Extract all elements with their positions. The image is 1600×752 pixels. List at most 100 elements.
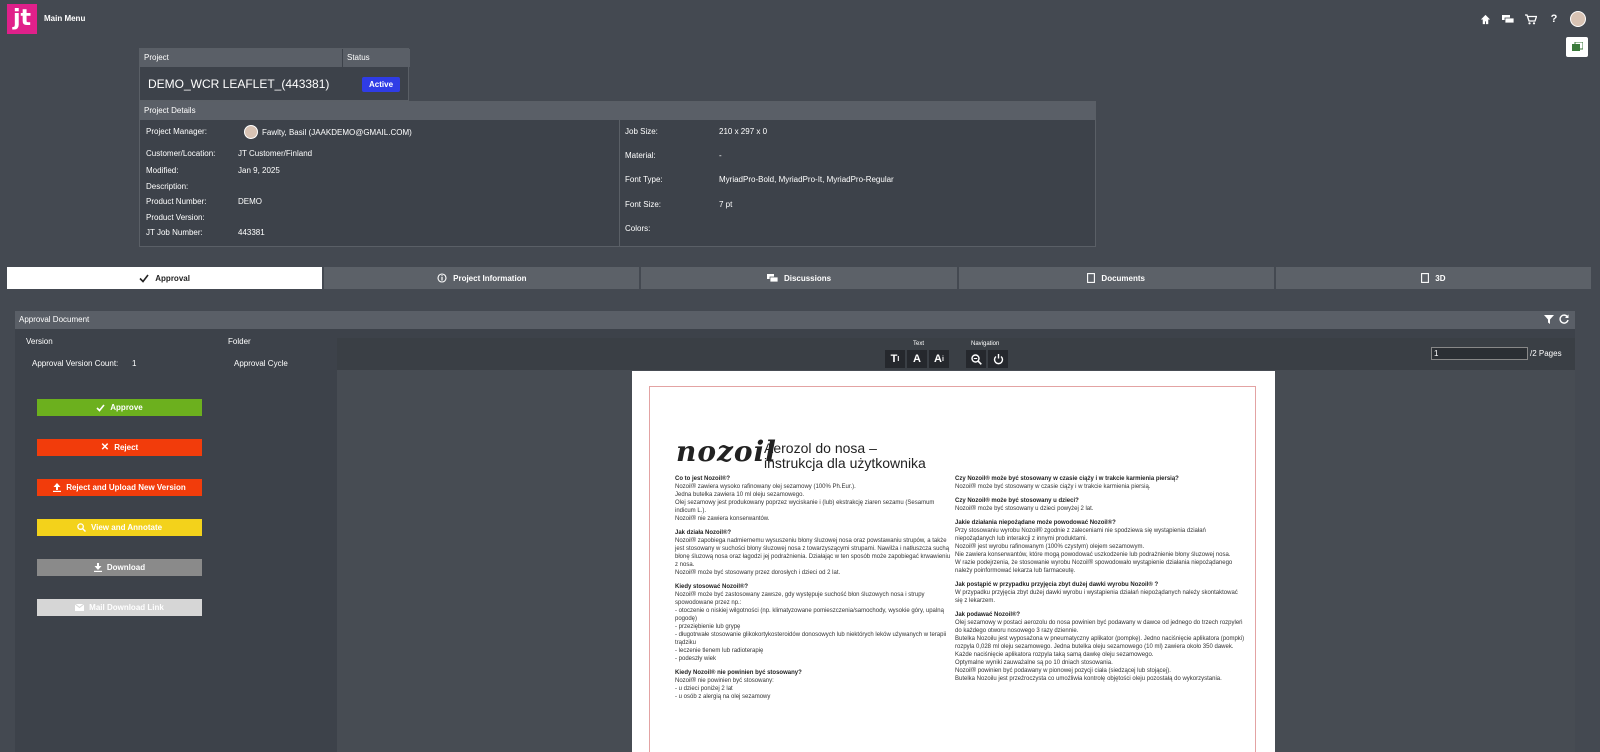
- mail-download-link-button[interactable]: Mail Download Link: [37, 599, 202, 616]
- help-icon[interactable]: ?: [1547, 12, 1561, 26]
- document-left-column: Co to jest Nozoil®? Nozoil® zawiera wysok…: [675, 475, 951, 701]
- tab-label: Project Information: [453, 273, 527, 283]
- search-icon: [77, 523, 86, 532]
- detail-label: Description:: [146, 182, 189, 191]
- doc-paragraph: Nie zawiera konserwantów, które mogą pow…: [955, 552, 1231, 558]
- cart-icon[interactable]: [1524, 12, 1538, 26]
- doc-paragraph: W razie podejrzenia, że stosowanie wyrob…: [955, 560, 1233, 574]
- version-count-value: 1: [132, 359, 137, 368]
- font-size-icon[interactable]: A: [907, 350, 927, 368]
- user-avatar[interactable]: [1570, 11, 1586, 27]
- details-divider: [619, 120, 620, 246]
- tab-project-information[interactable]: Project Information: [324, 267, 640, 289]
- chat-icon: [766, 273, 778, 282]
- button-label: Download: [106, 563, 146, 572]
- doc-heading: Jak podawać Nozoil®?: [955, 612, 1021, 618]
- doc-heading: Kiedy Nozoil® nie powinien być stosowany…: [675, 670, 802, 676]
- title-line: Aerozol do nosa –: [764, 440, 877, 456]
- panel-icons: [1544, 314, 1569, 324]
- approval-document-header: Approval Document: [15, 311, 1575, 329]
- page-count: /2 Pages: [1530, 349, 1562, 358]
- project-column-header: Project: [140, 49, 342, 67]
- doc-paragraph: - leczenie tlenem lub radioterapię: [675, 648, 764, 654]
- jt-logo[interactable]: jt: [7, 4, 37, 34]
- navigation-group-label: Navigation: [971, 341, 1000, 347]
- doc-paragraph: Nozoil® zapobiega nadmiernemu wysuszeniu…: [675, 538, 951, 568]
- project-status-table: Project Status DEMO_WCR LEAFLET_(443381)…: [139, 48, 410, 101]
- tab-approval[interactable]: Approval: [7, 267, 323, 289]
- version-column-header: Version: [26, 337, 53, 346]
- doc-heading: Co to jest Nozoil®?: [675, 476, 731, 482]
- document-canvas[interactable]: nozoil Aerozol do nosa – instrukcja dla …: [337, 370, 1575, 752]
- folder-approval-cycle[interactable]: Approval Cycle: [234, 359, 288, 368]
- doc-paragraph: Butelka Nozoilu jest przeźroczysta co um…: [955, 676, 1222, 682]
- doc-paragraph: Nozoil® powinien być podawany w pionowej…: [955, 668, 1171, 674]
- tab-label: 3D: [1435, 273, 1446, 283]
- document-title: Aerozol do nosa – instrukcja dla użytkow…: [764, 441, 964, 471]
- button-label: Reject and Upload New Version: [66, 483, 186, 492]
- zoom-icon[interactable]: [966, 350, 986, 368]
- detail-label: Job Size:: [625, 127, 658, 136]
- project-name: DEMO_WCR LEAFLET_(443381): [148, 77, 330, 91]
- main-tabs: Approval Project Information Discussions…: [7, 267, 1592, 289]
- doc-heading: Jak działa Nozoil®?: [675, 530, 732, 536]
- tab-discussions[interactable]: Discussions: [641, 267, 957, 289]
- button-label: Reject: [114, 443, 139, 452]
- reject-upload-button[interactable]: Reject and Upload New Version: [37, 479, 202, 496]
- check-icon: [96, 403, 105, 412]
- text-style-icon[interactable]: Ai: [929, 350, 949, 368]
- download-icon: [93, 563, 102, 572]
- home-icon[interactable]: [1478, 12, 1492, 26]
- tab-documents[interactable]: Documents: [958, 267, 1274, 289]
- text-select-icon[interactable]: TI: [885, 350, 905, 368]
- folder-icon: [1571, 42, 1583, 51]
- button-label: View and Annotate: [90, 523, 163, 532]
- doc-paragraph: Olej sezamowy jest produkowany poprzez w…: [675, 500, 935, 514]
- close-icon: ✕: [100, 442, 110, 453]
- status-column-header: Status: [343, 49, 410, 67]
- nozoil-logo: nozoil: [676, 435, 777, 468]
- download-button[interactable]: Download: [37, 559, 202, 576]
- doc-paragraph: Olej sezamowy w postaci aerozolu do nosa…: [955, 620, 1243, 634]
- filter-icon[interactable]: [1544, 314, 1554, 324]
- reject-button[interactable]: ✕ Reject: [37, 439, 202, 456]
- detail-value: 443381: [238, 228, 265, 237]
- doc-paragraph: Nozoil® może być stosowany w czasie ciąż…: [955, 484, 1151, 490]
- side-panel-toggle[interactable]: [1566, 37, 1588, 57]
- approve-button[interactable]: Approve: [37, 399, 202, 416]
- button-label: Approve: [110, 403, 143, 412]
- doc-paragraph: Nozoil® może być stosowany u dzieci powy…: [955, 506, 1094, 512]
- main-menu-link[interactable]: Main Menu: [44, 14, 85, 23]
- folder-column-header: Folder: [228, 337, 251, 346]
- doc-paragraph: Przy stosowaniu wyrobu Nozoil® zgodnie z…: [955, 528, 1206, 542]
- reset-view-icon[interactable]: [988, 350, 1008, 368]
- page-number-input[interactable]: [1431, 347, 1528, 360]
- detail-label: Font Type:: [625, 175, 663, 184]
- doc-paragraph: Optymalne wyniki zauważalne są po 10 dni…: [955, 660, 1113, 666]
- doc-heading: Jakie działania niepożądane może powodow…: [955, 520, 1116, 526]
- tab-label: Discussions: [783, 273, 832, 283]
- doc-paragraph: - długotrwałe stosowanie glikokortykoste…: [675, 632, 947, 646]
- detail-label: Product Number:: [146, 197, 207, 206]
- chat-icon[interactable]: [1501, 12, 1515, 26]
- doc-paragraph: W przypadku przyjęcia zbyt dużej dawki w…: [955, 590, 1238, 604]
- top-bar: jt Main Menu ?: [0, 0, 1600, 38]
- doc-paragraph: - przeziębienie lub grypę: [675, 624, 741, 630]
- detail-value: JT Customer/Finland: [238, 149, 313, 158]
- button-label: Mail Download Link: [89, 603, 164, 612]
- document-icon: [1087, 273, 1096, 283]
- version-count-label: Approval Version Count:: [32, 359, 119, 368]
- doc-heading: Czy Nozoil® może być stosowany u dzieci?: [955, 498, 1079, 504]
- doc-paragraph: Nozoil® zawiera wysoko rafinowany olej s…: [675, 484, 856, 490]
- status-badge: Active: [362, 77, 401, 92]
- detail-label: Customer/Location:: [146, 149, 216, 158]
- refresh-icon[interactable]: [1559, 314, 1569, 324]
- doc-heading: Jak postąpić w przypadku przyjęcia zbyt …: [955, 582, 1159, 588]
- doc-heading: Czy Nozoil® może być stosowany w czasie …: [955, 476, 1179, 482]
- tab-label: Documents: [1101, 273, 1145, 283]
- detail-value: MyriadPro-Bold, MyriadPro-It, MyriadPro-…: [719, 175, 894, 184]
- info-icon: [437, 273, 447, 283]
- tab-3d[interactable]: 3D: [1275, 267, 1592, 289]
- detail-value: -: [719, 151, 722, 160]
- view-annotate-button[interactable]: View and Annotate: [37, 519, 202, 536]
